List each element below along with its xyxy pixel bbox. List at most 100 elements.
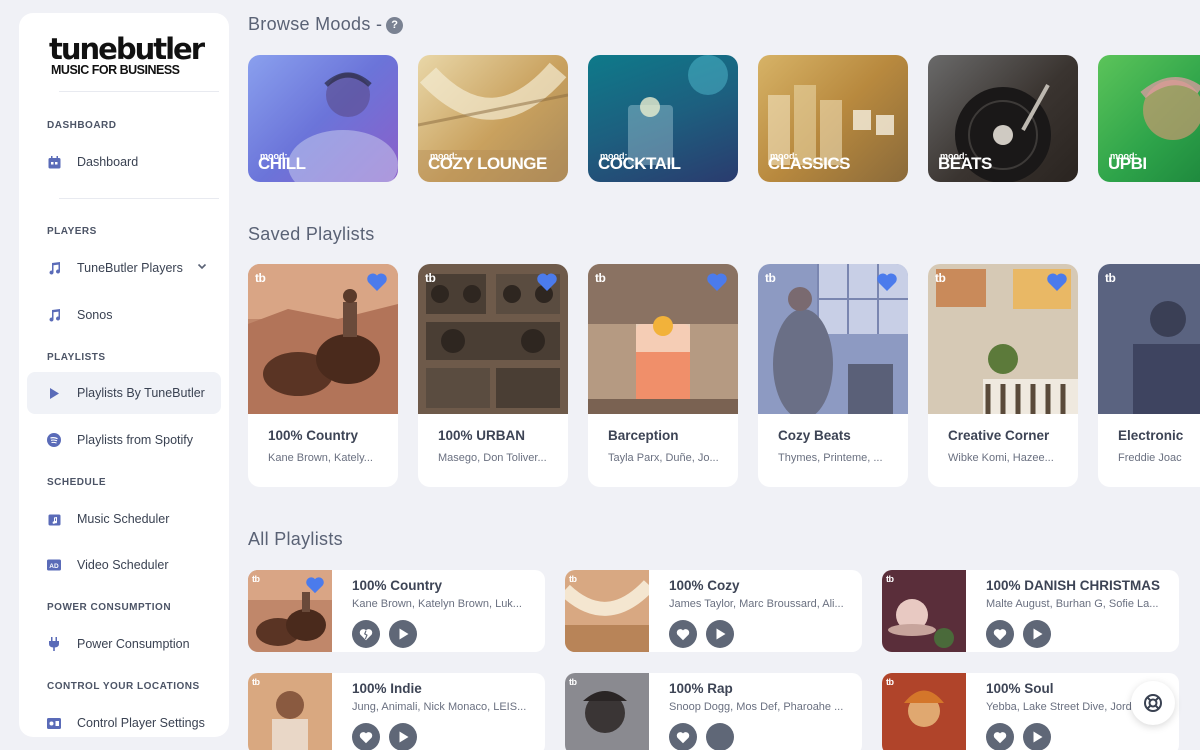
speaker-icon bbox=[47, 716, 61, 730]
play-icon bbox=[1033, 628, 1042, 640]
support-button[interactable] bbox=[1131, 681, 1175, 725]
saved-playlist-card[interactable]: tb 100% Country Kane Brown, Kately... bbox=[248, 264, 398, 487]
play-icon bbox=[47, 386, 61, 400]
mood-card-classics[interactable]: mood: CLASSICS bbox=[758, 55, 908, 182]
playlist-row[interactable]: tb 100% Rap Snoop Dogg, Mos Def, Pharoah… bbox=[565, 673, 862, 750]
play-icon bbox=[715, 731, 726, 743]
play-button[interactable] bbox=[706, 723, 734, 750]
section-label-power-consumption: POWER CONSUMPTION bbox=[47, 602, 172, 613]
divider bbox=[59, 198, 219, 199]
section-label-control-your-locations: CONTROL YOUR LOCATIONS bbox=[47, 681, 200, 692]
playlist-title: 100% Soul bbox=[986, 681, 1054, 696]
mood-name: BEATS bbox=[938, 154, 992, 173]
play-button[interactable] bbox=[389, 620, 417, 648]
playlist-title: 100% DANISH CHRISTMAS bbox=[986, 578, 1161, 593]
play-button[interactable] bbox=[1023, 723, 1051, 750]
tunebutler-badge: tb bbox=[569, 574, 577, 584]
logo-tagline: MUSIC FOR BUSINESS bbox=[51, 63, 180, 77]
sidebar: tunebutler MUSIC FOR BUSINESS DASHBOARD … bbox=[19, 13, 229, 737]
tunebutler-badge: tb bbox=[595, 271, 606, 285]
logo-wordmark: tunebutler bbox=[49, 32, 205, 66]
saved-playlist-card[interactable]: tb Creative Corner Wibke Komi, Hazee... bbox=[928, 264, 1078, 487]
sidebar-item-label: Video Scheduler bbox=[77, 558, 169, 572]
sidebar-item-label: Control Player Settings bbox=[77, 716, 205, 730]
heart-filled-icon[interactable] bbox=[1046, 272, 1068, 292]
lifebuoy-icon bbox=[1144, 694, 1162, 712]
ad-icon: AD bbox=[47, 558, 61, 572]
sidebar-item-tunebutler-players[interactable]: TuneButler Players bbox=[27, 247, 221, 289]
saved-playlists-title: Saved Playlists bbox=[248, 224, 375, 244]
heart-filled-icon[interactable] bbox=[536, 272, 558, 292]
heart-filled-icon[interactable] bbox=[876, 272, 898, 292]
saved-playlist-card[interactable]: tb Cozy Beats Thymes, Printeme, ... bbox=[758, 264, 908, 487]
playlist-row[interactable]: tb 100% DANISH CHRISTMAS Malte August, B… bbox=[882, 570, 1179, 652]
saved-playlist-card[interactable]: tb Barception Tayla Parx, Duñe, Jo... bbox=[588, 264, 738, 487]
heart-filled-icon[interactable] bbox=[366, 272, 388, 292]
heart-broken-icon bbox=[359, 628, 373, 640]
playlist-title: 100% Country bbox=[268, 428, 359, 443]
heart-icon bbox=[359, 731, 373, 743]
tunebutler-badge: tb bbox=[425, 271, 436, 285]
mood-card-chill[interactable]: mood: CHILL bbox=[248, 55, 398, 182]
svg-text:AD: AD bbox=[49, 563, 59, 570]
favorite-button[interactable] bbox=[669, 620, 697, 648]
playlist-title: 100% Country bbox=[352, 578, 443, 593]
music-note-icon bbox=[47, 308, 61, 322]
play-button[interactable] bbox=[1023, 620, 1051, 648]
mood-card-cozy-lounge[interactable]: mood: COZY LOUNGE bbox=[418, 55, 568, 182]
sidebar-item-sonos[interactable]: Sonos bbox=[27, 294, 221, 336]
section-label-playlists: PLAYLISTS bbox=[47, 352, 106, 363]
playlist-artists: Masego, Don Toliver... bbox=[438, 452, 547, 464]
mood-card-cocktail[interactable]: mood: COCKTAIL bbox=[588, 55, 738, 182]
mood-card-beats[interactable]: mood: BEATS bbox=[928, 55, 1078, 182]
heart-icon bbox=[993, 731, 1007, 743]
chevron-down-icon[interactable] bbox=[195, 259, 209, 273]
section-label-dashboard: DASHBOARD bbox=[47, 120, 117, 131]
playlist-artists: Jung, Animali, Nick Monaco, LEIS... bbox=[352, 701, 527, 713]
favorite-button[interactable] bbox=[352, 723, 380, 750]
heart-filled-icon[interactable] bbox=[305, 576, 325, 594]
mood-name: CHILL bbox=[258, 154, 306, 173]
favorite-button[interactable] bbox=[986, 723, 1014, 750]
mood-name: COZY LOUNGE bbox=[428, 154, 547, 173]
sidebar-item-dashboard[interactable]: Dashboard bbox=[27, 141, 221, 183]
browse-moods-title-text: Browse Moods - bbox=[248, 14, 383, 34]
tunebutler-badge: tb bbox=[765, 271, 776, 285]
heart-icon bbox=[676, 731, 690, 743]
playlist-artists: Tayla Parx, Duñe, Jo... bbox=[608, 452, 719, 464]
sidebar-item-playlists-by-tunebutler[interactable]: Playlists By TuneButler bbox=[27, 372, 221, 414]
saved-playlist-card[interactable]: tb Electronic Freddie Joac bbox=[1098, 264, 1200, 487]
sidebar-item-power-consumption[interactable]: Power Consumption bbox=[27, 623, 221, 665]
favorite-button[interactable] bbox=[986, 620, 1014, 648]
browse-moods-title: Browse Moods -? bbox=[248, 14, 404, 35]
favorite-button[interactable] bbox=[669, 723, 697, 750]
plug-icon bbox=[47, 637, 61, 651]
dashboard-icon bbox=[47, 155, 61, 169]
playlist-cover bbox=[882, 673, 966, 750]
playlist-artists: James Taylor, Marc Broussard, Ali... bbox=[669, 598, 844, 610]
playlist-artists: Freddie Joac bbox=[1118, 452, 1182, 464]
divider bbox=[59, 91, 219, 92]
calendar-music-icon bbox=[47, 512, 61, 526]
saved-playlist-card[interactable]: tb 100% URBAN Masego, Don Toliver... bbox=[418, 264, 568, 487]
tunebutler-badge: tb bbox=[935, 271, 946, 285]
playlist-row[interactable]: tb 100% Country Kane Brown, Katelyn Brow… bbox=[248, 570, 545, 652]
help-icon[interactable]: ? bbox=[386, 16, 404, 34]
sidebar-item-label: Playlists from Spotify bbox=[77, 433, 194, 447]
unfavorite-button[interactable] bbox=[352, 620, 380, 648]
sidebar-item-video-scheduler[interactable]: AD Video Scheduler bbox=[27, 544, 221, 586]
play-icon bbox=[716, 628, 725, 640]
play-button[interactable] bbox=[389, 723, 417, 750]
mood-card-upbeat[interactable]: mood: UPBI bbox=[1098, 55, 1200, 182]
sidebar-item-playlists-from-spotify[interactable]: Playlists from Spotify bbox=[27, 419, 221, 461]
heart-filled-icon[interactable] bbox=[706, 272, 728, 292]
sidebar-item-control-player-settings[interactable]: Control Player Settings bbox=[27, 702, 221, 737]
playlist-row[interactable]: tb 100% Indie Jung, Animali, Nick Monaco… bbox=[248, 673, 545, 750]
sidebar-item-label: Playlists By TuneButler bbox=[77, 386, 205, 400]
tunebutler-logo[interactable]: tunebutler MUSIC FOR BUSINESS bbox=[49, 32, 205, 77]
playlist-row[interactable]: tb 100% Cozy James Taylor, Marc Broussar… bbox=[565, 570, 862, 652]
playlist-title: 100% Rap bbox=[669, 681, 733, 696]
sidebar-item-music-scheduler[interactable]: Music Scheduler bbox=[27, 498, 221, 540]
play-button[interactable] bbox=[706, 620, 734, 648]
heart-icon bbox=[993, 628, 1007, 640]
